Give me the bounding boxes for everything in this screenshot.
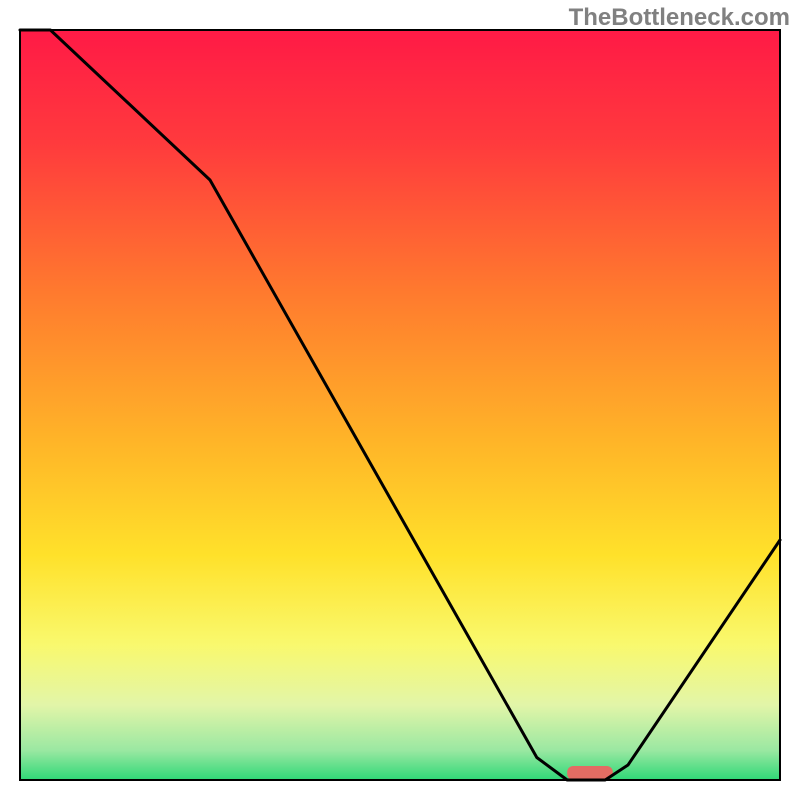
- watermark-text: TheBottleneck.com: [569, 4, 790, 32]
- plot-background: [20, 30, 780, 780]
- chart-container: TheBottleneck.com: [0, 0, 800, 800]
- bottleneck-chart: [0, 0, 800, 800]
